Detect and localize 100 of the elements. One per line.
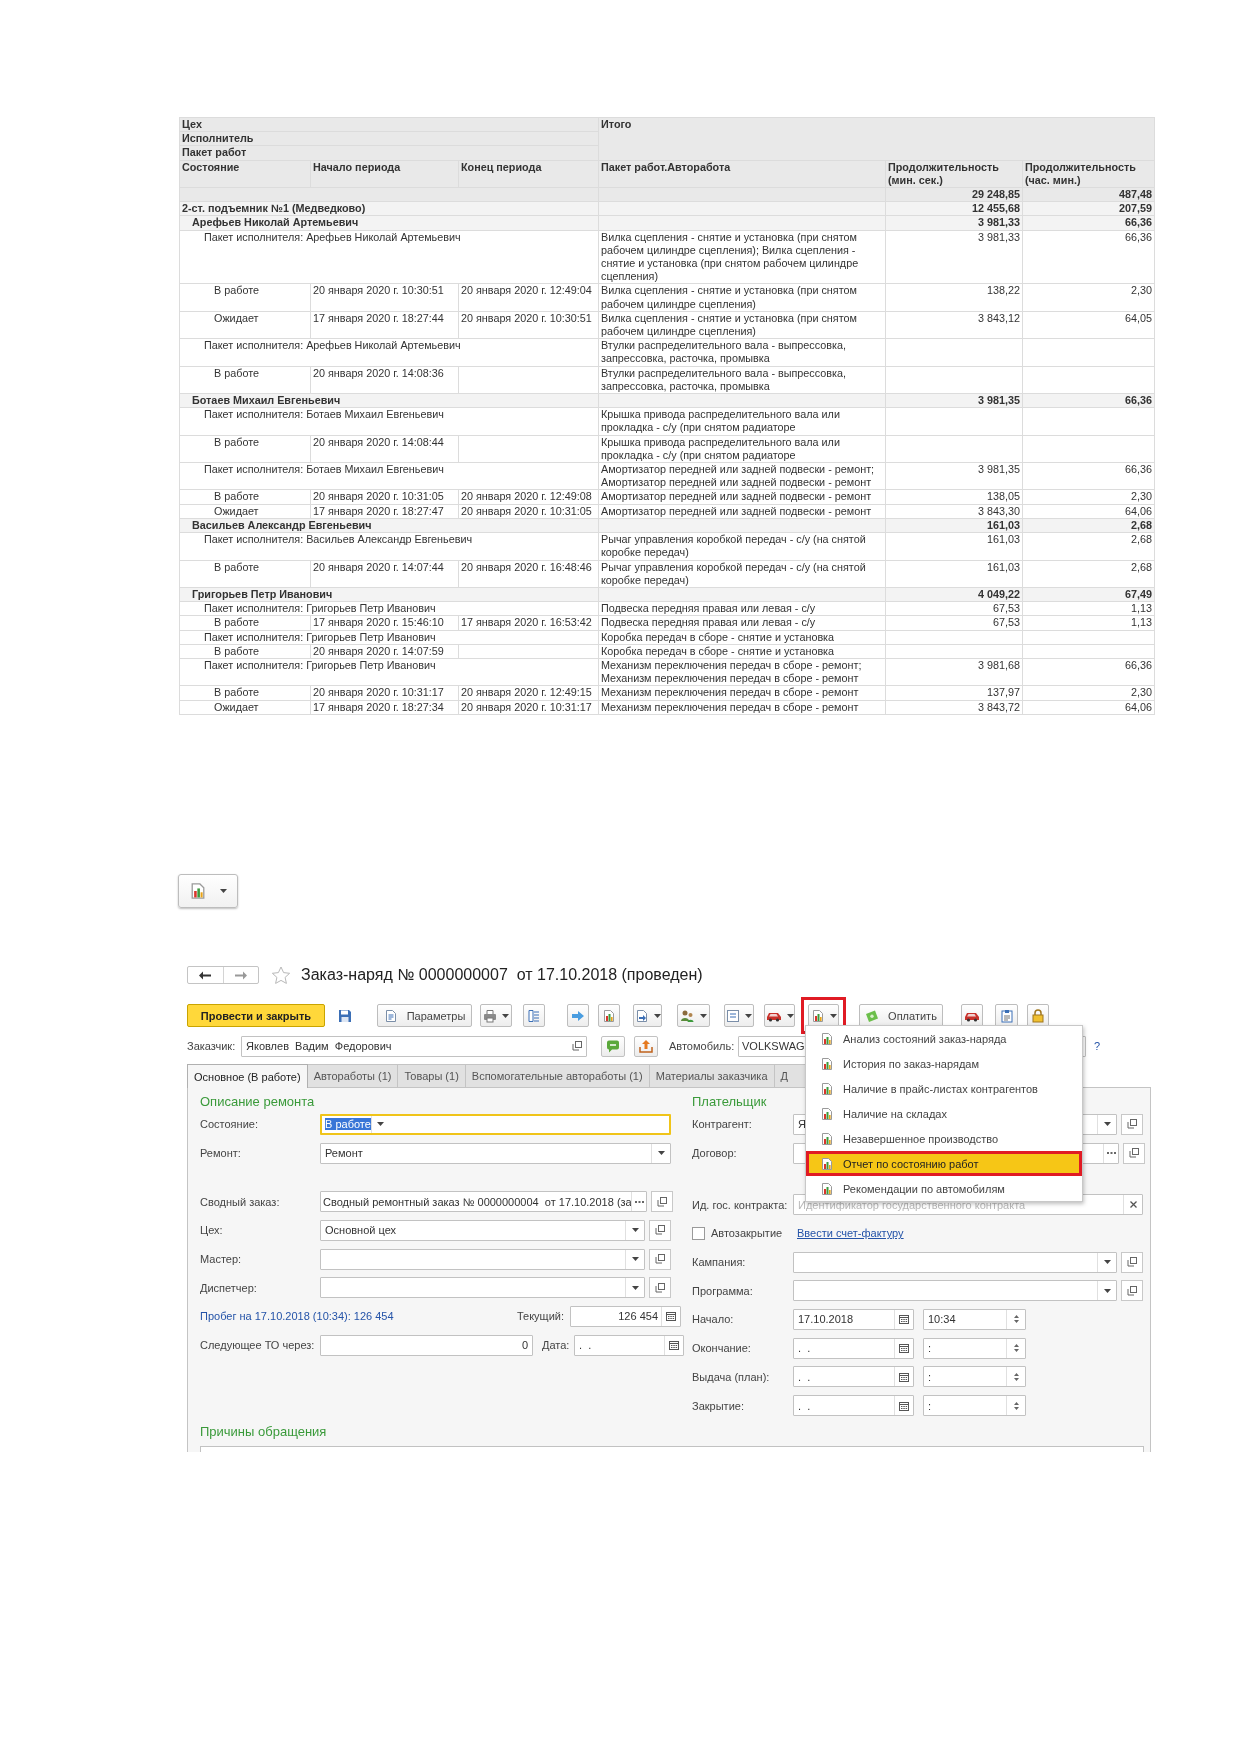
stepper-icon [1013,1371,1019,1382]
field-label: Окончание: [692,1342,752,1355]
caret-icon [377,1122,385,1127]
open-button[interactable] [1121,1251,1143,1273]
field-label: Закрытие: [692,1399,745,1412]
end-cell: 20 января 2020 г. 12:49:04 [458,283,599,312]
report-button[interactable] [598,1004,620,1027]
duration-cell: 64,06 [1022,504,1155,519]
go-button[interactable] [567,1004,589,1027]
open-button[interactable] [1121,1280,1143,1302]
date-field[interactable]: . . [793,1366,914,1388]
work-cell: Амортизатор передней или задней подвески - ремонт [598,504,886,519]
field-label: Диспетчер: [200,1281,258,1294]
date-field[interactable]: . . [793,1337,914,1359]
package-name: Пакет исполнителя: Ботаев Михаил Евгеньевич [179,462,599,490]
state-cell: В работе [179,685,311,701]
report-dropdown-button[interactable] [178,874,238,908]
report-icon [820,1056,834,1071]
work-cell: Механизм переключения передач в сборе - ремонт [598,700,886,715]
select-field[interactable] [320,1277,645,1299]
lock-button[interactable] [1027,1004,1049,1027]
mileage-field[interactable]: 126 454 [570,1305,681,1327]
menu-item[interactable]: Наличие на складах [806,1101,1082,1126]
state-cell: В работе [179,283,311,312]
arrow-right-icon [571,1008,585,1023]
menu-item[interactable]: Незавершенное производство [806,1126,1082,1151]
copy-button[interactable] [995,1004,1018,1027]
print-button[interactable] [480,1004,512,1027]
column-header: Начало периода [310,160,459,188]
select-field[interactable] [793,1280,1117,1302]
post-and-close-button[interactable]: Провести и закрыть [187,1004,325,1027]
open-button[interactable] [649,1277,671,1299]
invoice-link[interactable]: Ввести счет-фактуру [797,1227,904,1240]
calendar-icon [669,1340,679,1351]
caret-icon [631,1285,639,1290]
form-button[interactable] [724,1004,754,1027]
end-cell: 20 января 2020 г. 10:31:05 [458,504,599,519]
checkbox[interactable] [692,1226,705,1240]
car-button[interactable] [764,1004,795,1027]
open-button[interactable] [649,1248,671,1270]
state-cell: Ожидает [179,504,311,519]
tab[interactable]: Основное (В работе) [187,1064,308,1088]
select-field[interactable] [793,1251,1117,1273]
open-button[interactable] [651,1191,673,1213]
menu-item[interactable]: История по заказ-нарядам [806,1051,1082,1076]
open-button[interactable] [1121,1113,1143,1135]
create-based-button[interactable] [633,1004,662,1027]
menu-item[interactable]: Наличие в прайс-листах контрагентов [806,1076,1082,1101]
star-icon[interactable] [271,965,291,985]
tab[interactable]: Товары (1) [397,1064,466,1087]
section-heading: Причины обращения [200,1422,327,1441]
caret-icon [657,1151,665,1156]
duration-cell: 2,30 [1022,685,1155,701]
select-field[interactable]: Ремонт [320,1142,671,1164]
tab[interactable]: Вспомогательные автоработы (1) [464,1064,650,1087]
column-header: Продолжительность (час. мин.) [1022,160,1155,188]
work-cell: Рычаг управления коробкой передач - с/у (на снятой коробке передач) [598,560,886,588]
report-icon [820,1181,834,1196]
car-button[interactable] [961,1004,983,1027]
upload-button[interactable] [634,1035,658,1057]
reports-dropdown-button[interactable] [808,1004,839,1027]
users-button[interactable] [677,1004,710,1027]
state-cell: В работе [179,644,311,659]
time-field[interactable]: : [923,1366,1026,1388]
start-cell: 20 января 2020 г. 14:07:59 [310,644,459,659]
tab[interactable]: Автоработы (1) [306,1064,399,1087]
customer-field[interactable]: Яковлев Вадим Федорович [241,1035,587,1057]
time-field[interactable]: : [923,1337,1026,1359]
open-button[interactable] [649,1219,671,1241]
parameters-button[interactable]: Параметры [377,1004,472,1027]
work-cell: Втулки распределительного вала - выпрессовка, запрессовка, расточка, промывка [598,338,886,367]
date-field[interactable]: . . [574,1334,684,1356]
choice-field[interactable]: Сводный ремонтный заказ № 0000000004 от 17.10.2018 (за [320,1191,647,1213]
field-label: Дата: [542,1339,571,1352]
work-cell: Рычаг управления коробкой передач - с/у (на снятой коробке передач) [598,532,886,560]
help-link[interactable]: ? [1094,1040,1101,1052]
time-field[interactable]: 10:34 [923,1308,1026,1330]
mileage-field[interactable]: 0 [320,1334,533,1356]
date-field[interactable]: . . [793,1395,914,1417]
open-button[interactable] [1123,1142,1145,1164]
report-icon [602,1008,616,1023]
menu-item[interactable]: Анализ состояний заказ-наряда [806,1026,1082,1051]
comment-button[interactable] [601,1035,625,1057]
tab[interactable]: Материалы заказчика [648,1064,775,1087]
field-label: Программа: [692,1284,754,1297]
duration-cell: 2,68 [1022,532,1155,560]
people-icon [680,1008,695,1023]
select-field[interactable]: В работе [320,1113,671,1135]
time-field[interactable]: : [923,1395,1026,1417]
select-field[interactable]: Основной цех [320,1219,645,1241]
pay-button[interactable]: Оплатить [859,1004,943,1027]
mileage-link[interactable]: Пробег на 17.10.2018 (10:34): 126 454 [200,1310,517,1323]
menu-item[interactable]: Рекомендации по автомобилям [806,1176,1082,1201]
select-field[interactable] [320,1248,645,1270]
date-field[interactable]: 17.10.2018 [793,1308,914,1330]
calendar-icon [899,1371,909,1382]
start-cell: 20 января 2020 г. 10:31:17 [310,685,459,701]
menu-item[interactable]: Отчет по состоянию работ [806,1151,1082,1176]
column-header: Конец периода [458,160,599,188]
calendar-icon [899,1314,909,1325]
